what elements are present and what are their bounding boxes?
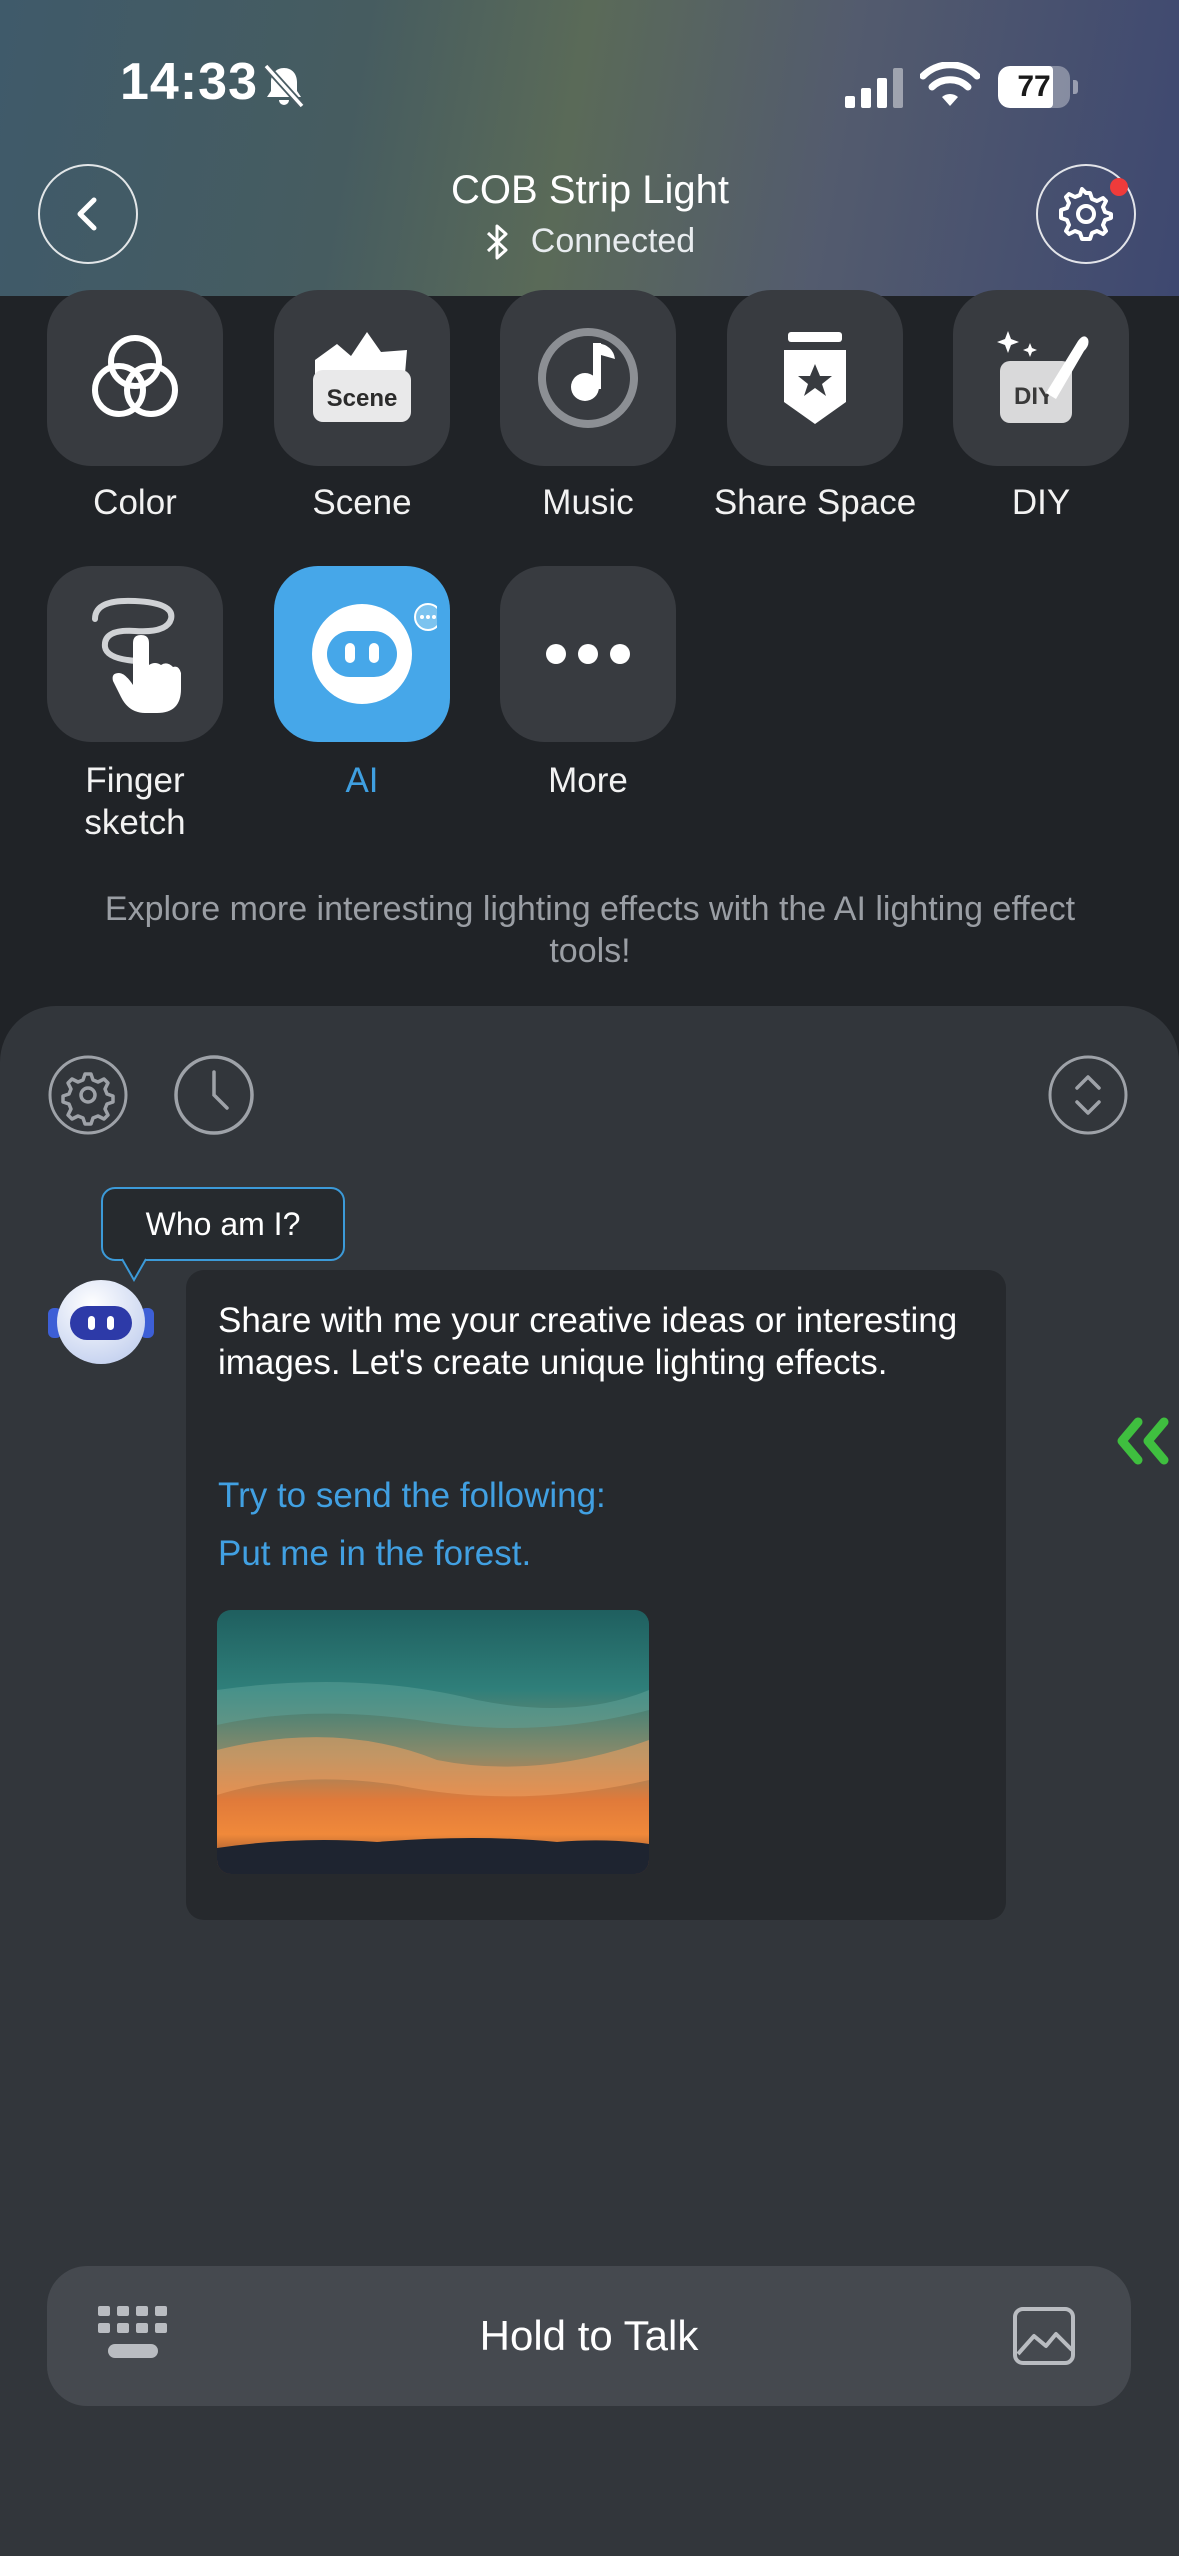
suggestion-example[interactable]: Put me in the forest. — [218, 1534, 531, 1574]
keyboard-icon[interactable] — [98, 2306, 168, 2364]
history-clock-icon[interactable] — [173, 1054, 255, 1136]
scene-icon-text: Scene — [327, 385, 398, 412]
feature-more[interactable] — [500, 566, 676, 742]
feature-scene[interactable]: Scene — [274, 290, 450, 466]
feature-label: AI — [345, 761, 379, 800]
sunset-image[interactable] — [217, 1610, 649, 1874]
chevron-left-icon — [77, 197, 97, 231]
hold-to-talk-button[interactable]: Hold to Talk — [47, 2266, 1131, 2406]
connection-label: Connected — [530, 222, 696, 260]
battery-indicator: 77 — [998, 66, 1078, 108]
feature-finger-sketch[interactable] — [47, 566, 223, 742]
robot-icon — [312, 603, 437, 704]
promo-text: Explore more interesting lighting effect… — [104, 890, 1076, 970]
more-dots-icon — [546, 644, 630, 664]
feature-label-line: Finger — [85, 761, 185, 800]
feature-label: Share Space — [713, 483, 917, 522]
bell-slash-icon — [263, 63, 305, 109]
feature-label: Scene — [312, 483, 412, 522]
device-settings-button[interactable] — [1036, 164, 1136, 264]
cellular-signal-icon — [845, 68, 903, 108]
finger-sketch-icon — [92, 597, 181, 713]
wifi-icon — [920, 62, 980, 106]
feature-diy[interactable]: DIY — [953, 290, 1129, 466]
connection-status: Connected — [340, 222, 840, 261]
feature-color[interactable] — [47, 290, 223, 466]
image-icon[interactable] — [1012, 2306, 1076, 2366]
scene-icon: Scene — [313, 332, 411, 422]
music-icon — [538, 328, 638, 428]
diy-icon-text: DIY — [1014, 383, 1054, 410]
color-circles-icon — [92, 335, 178, 417]
feature-share-space[interactable] — [727, 290, 903, 466]
feature-label: More — [548, 761, 628, 800]
feature-label-line: sketch — [84, 803, 186, 842]
gear-icon — [1059, 187, 1113, 241]
diy-icon: DIY — [997, 331, 1089, 423]
robot-avatar[interactable] — [48, 1278, 154, 1366]
double-chevron-left-icon[interactable] — [1108, 1408, 1174, 1474]
expand-collapse-icon[interactable] — [1047, 1054, 1129, 1136]
assistant-message: Share with me your creative ideas or int… — [218, 1301, 958, 1382]
back-button[interactable] — [38, 164, 138, 264]
bluetooth-icon — [486, 224, 508, 259]
notification-dot — [1110, 178, 1128, 196]
device-title: COB Strip Light — [451, 168, 729, 212]
feature-label: Music — [542, 483, 634, 522]
share-space-icon — [784, 332, 846, 424]
feature-ai[interactable] — [274, 566, 450, 742]
feature-music[interactable] — [500, 290, 676, 466]
settings-icon[interactable] — [47, 1054, 129, 1136]
battery-percent: 77 — [1017, 70, 1051, 103]
who-am-i-bubble[interactable]: Who am I? — [101, 1187, 345, 1261]
status-time: 14:33 — [120, 53, 258, 111]
feature-label: Finger sketch — [15, 760, 255, 844]
suggestion-hint: Try to send the following: — [218, 1476, 606, 1515]
feature-label: Color — [93, 483, 177, 522]
feature-label: DIY — [1011, 483, 1071, 522]
